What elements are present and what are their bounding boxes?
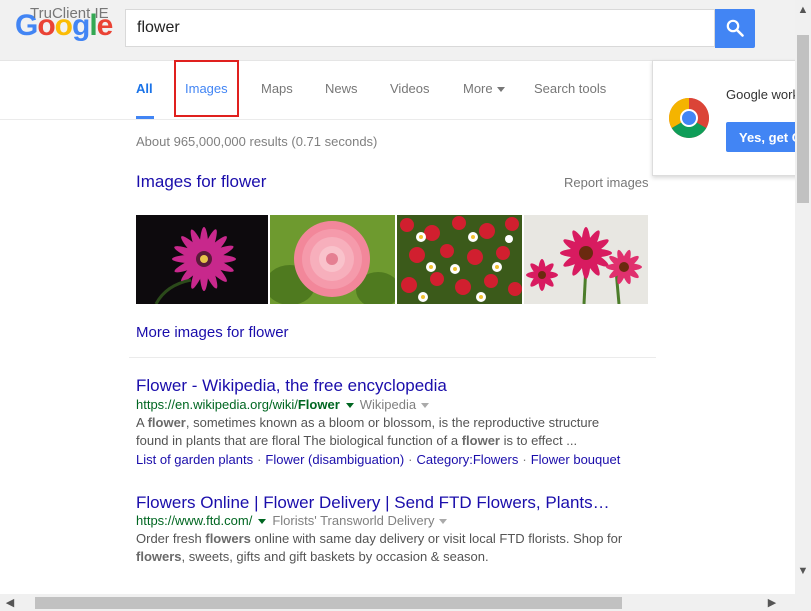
result-title-link[interactable]: Flowers Online | Flower Delivery | Send … bbox=[136, 493, 610, 513]
tab-videos[interactable]: Videos bbox=[390, 81, 430, 96]
sitelink[interactable]: Flower bouquet bbox=[531, 452, 621, 467]
separator: · bbox=[522, 452, 527, 467]
result-snippet: Order fresh flowers online with same day… bbox=[136, 530, 656, 566]
caret-down-icon[interactable] bbox=[439, 519, 448, 525]
truclient-watermark: TruClient IE bbox=[30, 5, 109, 22]
caret-down-icon[interactable] bbox=[258, 519, 267, 525]
search-input[interactable] bbox=[125, 9, 715, 47]
highlight-box bbox=[174, 60, 239, 117]
sitelink[interactable]: Flower (disambiguation) bbox=[265, 452, 404, 467]
scroll-up-icon[interactable]: ▲ bbox=[797, 4, 809, 16]
pink-daisy-image bbox=[136, 215, 268, 304]
snippet-text: online with same day delivery or visit l… bbox=[250, 531, 623, 546]
separator: · bbox=[408, 452, 413, 467]
snippet-text: Order fresh bbox=[136, 531, 206, 546]
promo-text: Google works bbox=[726, 87, 806, 102]
scroll-right-icon[interactable]: ▶ bbox=[765, 596, 779, 610]
result-snippet: A flower, sometimes known as a bloom or … bbox=[136, 414, 656, 450]
image-thumbnail[interactable] bbox=[397, 215, 522, 304]
horizontal-scrollbar-thumb[interactable] bbox=[35, 597, 622, 609]
result-title-link[interactable]: Flower - Wikipedia, the free encyclopedi… bbox=[136, 376, 447, 396]
result-sitelinks: List of garden plants · Flower (disambigua… bbox=[136, 452, 620, 467]
scroll-down-icon[interactable]: ▼ bbox=[797, 565, 809, 577]
snippet-keyword: flowers bbox=[136, 549, 182, 564]
snippet-text: , sometimes known as a bloom or blossom,… bbox=[185, 415, 600, 430]
snippet-keyword: flower bbox=[147, 415, 186, 430]
report-images-link[interactable]: Report images bbox=[564, 175, 649, 190]
tab-news[interactable]: News bbox=[325, 81, 358, 96]
image-thumbnail[interactable] bbox=[270, 215, 395, 304]
tab-more-label: More bbox=[463, 81, 493, 96]
snippet-text: , sweets, gifts and gift baskets by occa… bbox=[181, 549, 489, 564]
result-url-bold: Flower bbox=[297, 397, 340, 412]
chrome-icon bbox=[669, 98, 709, 138]
snippet-text: is to effect ... bbox=[500, 433, 578, 448]
images-section-heading[interactable]: Images for flower bbox=[136, 172, 266, 192]
divider bbox=[129, 357, 656, 358]
search-query-text[interactable]: flower bbox=[137, 19, 180, 37]
result-source: Wikipedia bbox=[359, 397, 417, 412]
more-images-link[interactable]: More images for flower bbox=[136, 324, 289, 341]
separator: · bbox=[257, 452, 262, 467]
chevron-down-icon bbox=[496, 87, 505, 93]
search-icon bbox=[726, 19, 744, 37]
image-thumbnail[interactable] bbox=[136, 215, 268, 304]
tab-maps[interactable]: Maps bbox=[261, 81, 293, 96]
scroll-left-icon[interactable]: ◀ bbox=[3, 596, 17, 610]
snippet-keyword: flowers bbox=[205, 531, 251, 546]
scrollbar-corner bbox=[795, 594, 811, 611]
tab-all[interactable]: All bbox=[136, 81, 153, 96]
snippet-text: found in plants that are floral The biol… bbox=[136, 433, 462, 448]
result-stats: About 965,000,000 results (0.71 seconds) bbox=[136, 134, 378, 149]
sitelink[interactable]: List of garden plants bbox=[136, 452, 253, 467]
gerbera-image bbox=[524, 215, 648, 304]
tab-more[interactable]: More bbox=[463, 81, 505, 96]
search-button[interactable] bbox=[715, 9, 755, 48]
result-url-text: https://www.ftd.com/ bbox=[136, 513, 253, 528]
caret-down-icon[interactable] bbox=[421, 403, 430, 409]
result-url-prefix: https://en.wikipedia.org/wiki/ bbox=[136, 397, 298, 412]
snippet-text: A bbox=[136, 415, 148, 430]
result-url: https://en.wikipedia.org/wiki/Flower Wiki… bbox=[136, 397, 430, 412]
flower-field-image bbox=[397, 215, 522, 304]
result-source: Florists' Transworld Delivery bbox=[272, 513, 435, 528]
sitelink[interactable]: Category:Flowers bbox=[417, 452, 519, 467]
snippet-keyword: flower bbox=[461, 433, 500, 448]
vertical-scrollbar-thumb[interactable] bbox=[797, 35, 809, 203]
dahlia-image bbox=[270, 215, 395, 304]
image-thumbnail[interactable] bbox=[524, 215, 648, 304]
result-url: https://www.ftd.com/Florists' Transworld… bbox=[136, 513, 448, 528]
caret-down-icon[interactable] bbox=[345, 403, 354, 409]
tab-search-tools[interactable]: Search tools bbox=[534, 81, 606, 96]
